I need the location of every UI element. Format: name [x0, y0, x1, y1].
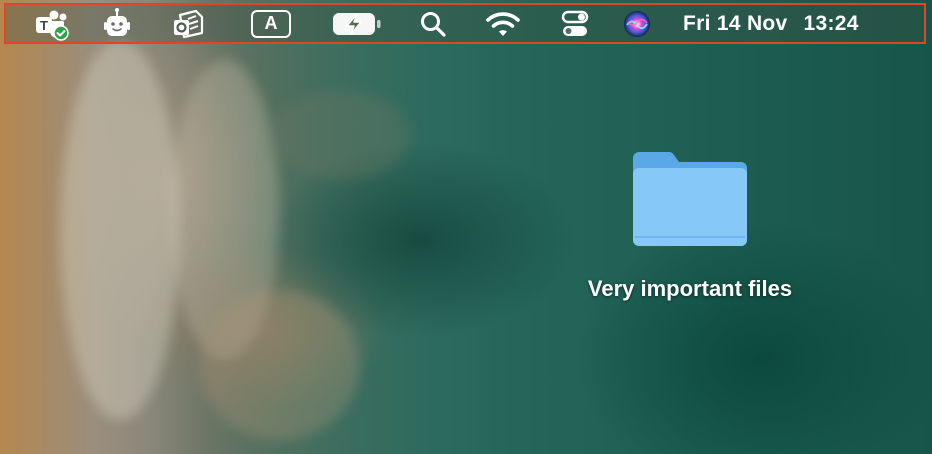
wave-foam [270, 90, 410, 180]
input-source-icon: A [251, 9, 291, 38]
siri-icon [624, 10, 650, 37]
folder-label: Very important files [587, 276, 793, 301]
wave-foam [60, 40, 180, 420]
clock-date: Fri 14 Nov [683, 11, 788, 35]
input-source-letter: A [264, 13, 278, 33]
robot-assistant-icon [104, 7, 130, 36]
teams-status-item[interactable]: T [28, 5, 72, 42]
menu-bar-clock[interactable]: Fri 14 Nov 13:24 [683, 5, 859, 42]
spotlight-search-button[interactable] [416, 5, 450, 42]
wave-foam [200, 290, 360, 440]
control-center-icon [561, 10, 589, 36]
svg-text:T: T [40, 18, 48, 33]
menu-bar: T A Fri 14 Nov 13:24 [4, 3, 926, 44]
wifi-status-item[interactable] [482, 5, 524, 42]
clock-time: 13:24 [803, 11, 859, 35]
folder-icon [633, 152, 747, 246]
outlook-status-item[interactable] [168, 5, 208, 42]
wifi-icon [486, 11, 520, 36]
desktop-folder[interactable]: Very important files [578, 148, 802, 304]
outlook-icon [174, 9, 204, 38]
input-source-menu[interactable]: A [248, 5, 294, 42]
battery-charging-icon [333, 12, 381, 35]
spotlight-search-icon [421, 11, 446, 37]
battery-status-item[interactable] [330, 5, 384, 42]
siri-button[interactable] [620, 5, 654, 42]
teams-icon: T [36, 10, 69, 41]
control-center-button[interactable] [556, 5, 594, 42]
assistant-status-item[interactable] [97, 5, 137, 42]
